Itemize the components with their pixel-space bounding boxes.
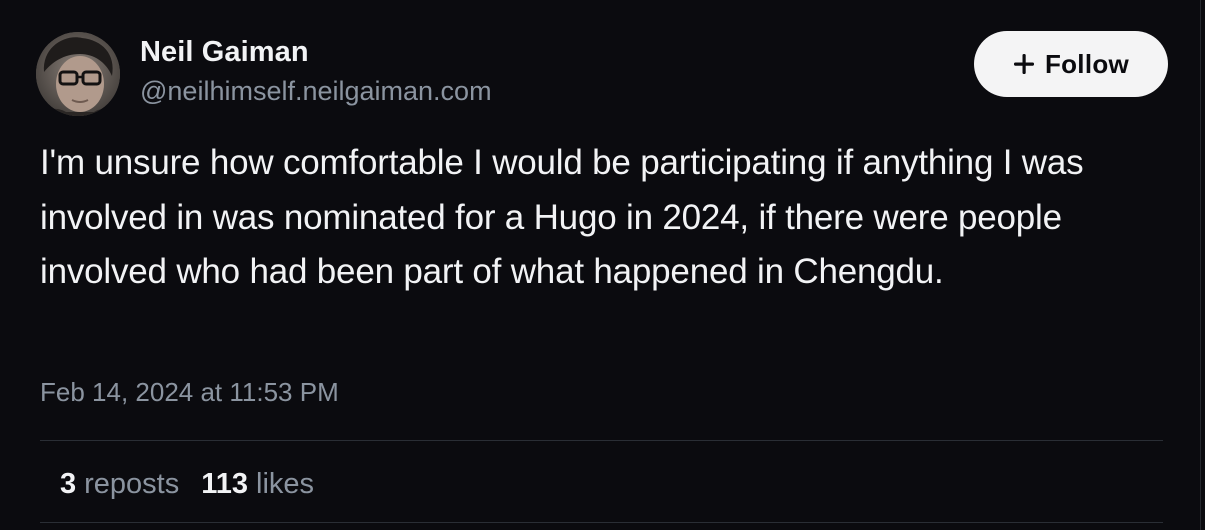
- likes-stat[interactable]: 113 likes: [201, 464, 314, 504]
- likes-count: 113: [201, 468, 249, 500]
- reposts-count: 3: [60, 468, 77, 500]
- follow-label: Follow: [1044, 48, 1130, 79]
- reposts-stat[interactable]: 3 reposts: [60, 464, 179, 504]
- likes-label: likes: [256, 468, 315, 500]
- post-card: Neil Gaiman @neilhimself.neilgaiman.com …: [0, 0, 1205, 530]
- divider-bottom: [40, 522, 1163, 523]
- post-stats: 3 reposts 113 likes: [60, 464, 314, 504]
- divider: [40, 440, 1163, 441]
- card-border: [1200, 0, 1201, 530]
- author-photo-icon: [36, 32, 120, 116]
- post-text: I'm unsure how comfortable I would be pa…: [40, 143, 1084, 291]
- follow-button[interactable]: Follow: [974, 31, 1168, 97]
- author-info: Neil Gaiman @neilhimself.neilgaiman.com: [140, 34, 492, 110]
- post-timestamp[interactable]: Feb 14, 2024 at 11:53 PM: [40, 374, 339, 410]
- reposts-label: reposts: [84, 468, 180, 500]
- author-display-name[interactable]: Neil Gaiman: [140, 34, 492, 70]
- plus-icon: [1013, 54, 1034, 74]
- avatar[interactable]: [36, 32, 120, 116]
- author-handle[interactable]: @neilhimself.neilgaiman.com: [140, 72, 492, 110]
